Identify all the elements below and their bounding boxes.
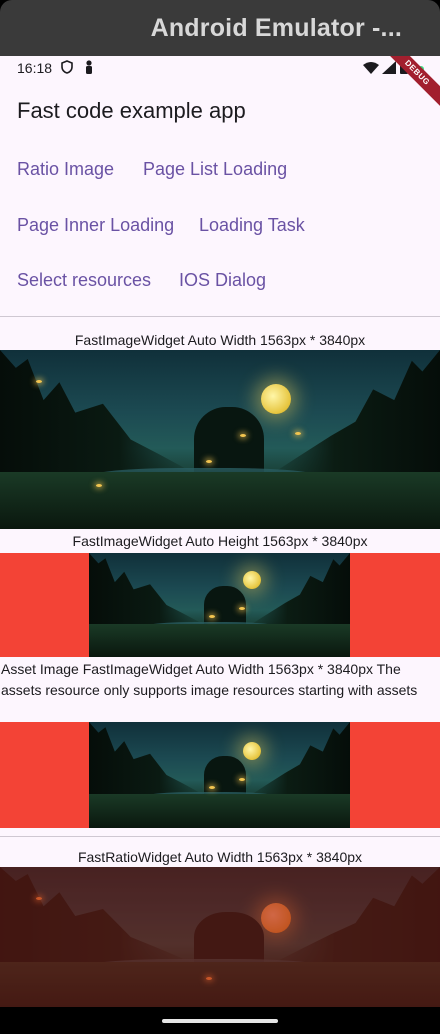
- nav-ratio-image-button[interactable]: Ratio Image: [17, 159, 114, 180]
- nav-select-resources-button[interactable]: Select resources: [17, 270, 151, 291]
- ratio-widget-image: [0, 867, 440, 1007]
- app-screen: 16:18 DEBUG Fast code example app Ratio …: [0, 56, 440, 1007]
- status-time: 16:18: [17, 60, 53, 76]
- auto-height-image: [89, 553, 350, 657]
- app-title: Fast code example app: [17, 98, 246, 123]
- emulator-window-title: Android Emulator -...: [150, 13, 402, 42]
- wifi-icon: [363, 62, 379, 74]
- ratio-widget-caption: FastRatioWidget Auto Width 1563px * 3840…: [77, 849, 363, 865]
- signal-icon: [382, 61, 396, 74]
- nav-page-inner-loading-button[interactable]: Page Inner Loading: [17, 215, 174, 236]
- divider: [0, 836, 440, 837]
- nav-ios-dialog-button[interactable]: IOS Dialog: [179, 270, 266, 291]
- shield-icon: [61, 60, 73, 74]
- home-gesture-handle[interactable]: [162, 1019, 278, 1023]
- auto-width-caption: FastImageWidget Auto Width 1563px * 3840…: [74, 332, 366, 348]
- auto-height-caption: FastImageWidget Auto Height 1563px * 384…: [72, 533, 368, 549]
- nav-page-list-loading-button[interactable]: Page List Loading: [143, 159, 287, 180]
- nav-loading-task-button[interactable]: Loading Task: [199, 215, 305, 236]
- asset-image-caption: Asset Image FastImageWidget Auto Width 1…: [1, 661, 418, 698]
- asset-image: [89, 722, 350, 828]
- person-icon: [86, 60, 92, 74]
- status-bar: 16:18: [0, 56, 440, 82]
- emulator-title-bar: Android Emulator -...: [0, 0, 440, 56]
- auto-width-image: [0, 350, 440, 529]
- divider: [0, 316, 440, 317]
